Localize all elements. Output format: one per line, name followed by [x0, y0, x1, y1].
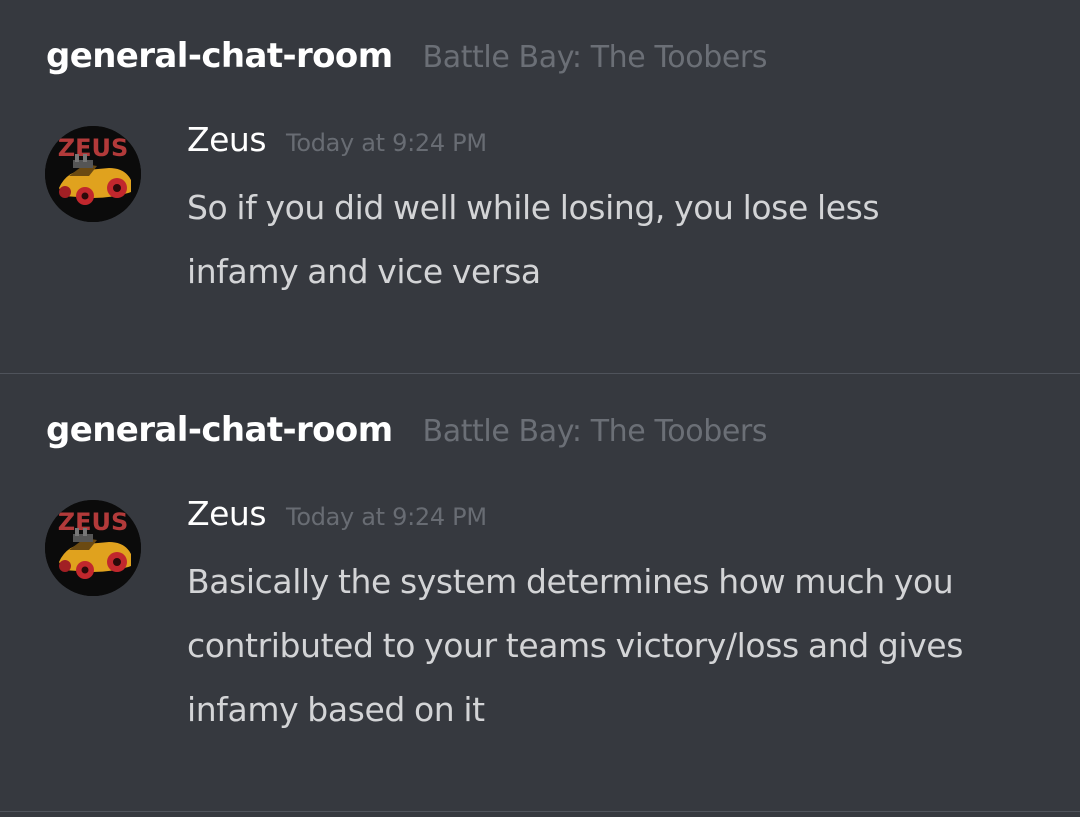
channel-name[interactable]: general-chat-room: [46, 36, 393, 76]
server-name[interactable]: Battle Bay: The Toobers: [423, 414, 768, 449]
timestamp: Today at 9:24 PM: [286, 503, 487, 531]
message: Zeus Today at 9:24 PM Basically the syst…: [187, 494, 1047, 742]
avatar-image: ZEUS: [45, 126, 141, 222]
message-content[interactable]: So if you did well while losing, you los…: [187, 176, 1047, 304]
message-feed: general-chat-room Battle Bay: The Toober…: [0, 0, 1080, 817]
message-line: contributed to your teams victory/loss a…: [187, 626, 964, 665]
message-line: So if you did well while losing, you los…: [187, 188, 880, 227]
channel-name[interactable]: general-chat-room: [46, 410, 393, 450]
message-group-header: general-chat-room Battle Bay: The Toober…: [46, 36, 767, 82]
message-group: general-chat-room Battle Bay: The Toober…: [0, 0, 1080, 373]
author-name[interactable]: Zeus: [187, 494, 267, 533]
message-meta: Zeus Today at 9:24 PM: [187, 120, 1047, 170]
avatar-logo-text: ZEUS: [58, 134, 129, 162]
avatar[interactable]: ZEUS: [45, 500, 141, 596]
server-name[interactable]: Battle Bay: The Toobers: [423, 40, 768, 75]
message-content[interactable]: Basically the system determines how much…: [187, 550, 1047, 742]
divider: [0, 811, 1080, 812]
message-group: general-chat-room Battle Bay: The Toober…: [0, 374, 1080, 811]
message-line: Basically the system determines how much…: [187, 562, 954, 601]
message-line: infamy and vice versa: [187, 252, 541, 291]
avatar-image: ZEUS: [45, 500, 141, 596]
message-line: infamy based on it: [187, 690, 485, 729]
message: Zeus Today at 9:24 PM So if you did well…: [187, 120, 1047, 304]
message-group-header: general-chat-room Battle Bay: The Toober…: [46, 410, 767, 456]
timestamp: Today at 9:24 PM: [286, 129, 487, 157]
message-meta: Zeus Today at 9:24 PM: [187, 494, 1047, 544]
avatar[interactable]: ZEUS: [45, 126, 141, 222]
avatar-logo-text: ZEUS: [58, 508, 129, 536]
author-name[interactable]: Zeus: [187, 120, 267, 159]
